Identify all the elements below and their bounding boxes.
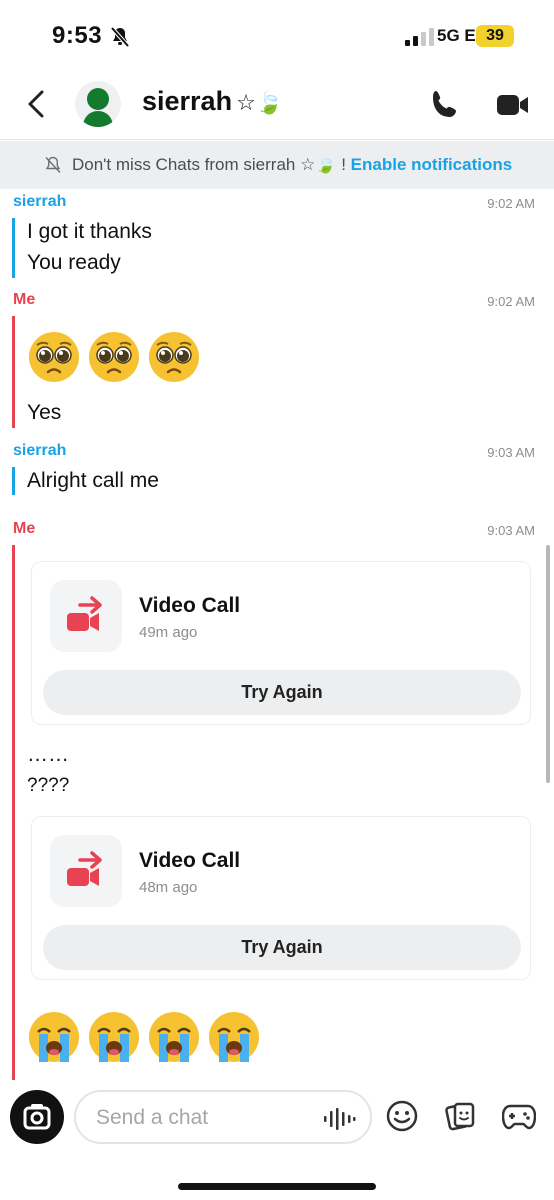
bell-muted-icon xyxy=(110,26,130,48)
sticker-icon[interactable] xyxy=(444,1100,476,1132)
call-icon-box xyxy=(50,580,122,652)
message-text: I got it thanks xyxy=(27,220,152,243)
chat-header: sierrah ☆🍃 xyxy=(0,70,554,140)
pleading-face-icon xyxy=(89,332,139,382)
call-title: Video Call xyxy=(139,849,241,872)
status-time: 9:53 xyxy=(52,22,103,49)
composer-bar xyxy=(0,1080,554,1200)
message-time: 9:02 AM xyxy=(487,196,535,211)
back-chevron-icon[interactable] xyxy=(24,88,48,120)
sender-label: sierrah xyxy=(13,193,67,210)
video-call-card[interactable]: Video Call 48m ago Try Again xyxy=(31,816,531,980)
smiley-icon[interactable] xyxy=(386,1100,418,1132)
game-controller-icon[interactable] xyxy=(502,1102,536,1130)
call-time-ago: 48m ago xyxy=(139,879,198,896)
loudly-crying-face-icon xyxy=(149,1012,199,1062)
message-time: 9:02 AM xyxy=(487,294,535,309)
message-text: Yes xyxy=(27,401,62,424)
enable-notifications-link[interactable]: Enable notifications xyxy=(351,155,513,174)
pleading-face-icon xyxy=(29,332,79,382)
try-again-button[interactable]: Try Again xyxy=(43,925,521,970)
video-call-icon[interactable] xyxy=(496,90,530,120)
name-decoration: ☆🍃 xyxy=(236,90,284,115)
contact-name-text: sierrah xyxy=(142,86,233,116)
sender-label: sierrah xyxy=(13,442,67,459)
call-time-ago: 49m ago xyxy=(139,624,198,641)
home-indicator[interactable] xyxy=(178,1183,376,1190)
avatar[interactable] xyxy=(75,81,121,127)
message-text: ???? xyxy=(27,775,70,796)
emoji-message xyxy=(27,330,201,384)
message-bar xyxy=(12,316,15,428)
phone-call-icon[interactable] xyxy=(428,88,462,122)
message-time: 9:03 AM xyxy=(487,523,535,538)
message-bar xyxy=(12,545,15,1080)
message-text: Alright call me xyxy=(27,469,159,492)
missed-video-call-icon xyxy=(67,596,102,631)
voice-waveform-icon[interactable] xyxy=(324,1108,356,1130)
try-again-button[interactable]: Try Again xyxy=(43,670,521,715)
call-title: Video Call xyxy=(139,594,241,617)
message-text: …… xyxy=(27,743,69,766)
message-text: You ready xyxy=(27,251,121,274)
scrollbar[interactable] xyxy=(546,545,550,783)
video-call-card[interactable]: Video Call 49m ago Try Again xyxy=(31,561,531,725)
chat-input[interactable] xyxy=(96,1104,316,1132)
chat-input-container[interactable] xyxy=(74,1090,372,1144)
missed-video-call-icon xyxy=(67,851,102,886)
camera-button[interactable] xyxy=(10,1090,64,1144)
call-icon-box xyxy=(50,835,122,907)
sender-label: Me xyxy=(13,291,36,308)
message-bar xyxy=(12,467,15,495)
emoji-message xyxy=(27,1010,261,1064)
signal-icon xyxy=(405,28,434,46)
message-bar xyxy=(12,218,15,278)
contact-name[interactable]: sierrah ☆🍃 xyxy=(142,86,283,117)
sender-label: Me xyxy=(13,520,36,537)
person-silhouette-icon xyxy=(83,88,113,127)
camera-icon xyxy=(23,1104,51,1130)
notification-banner: Don't miss Chats from sierrah ☆🍃 ! Enabl… xyxy=(0,141,554,189)
status-bar: 9:53 5G E 39 xyxy=(0,0,554,70)
bell-muted-icon xyxy=(45,156,61,173)
battery-indicator: 39 xyxy=(476,25,514,47)
pleading-face-icon xyxy=(149,332,199,382)
message-time: 9:03 AM xyxy=(487,445,535,460)
loudly-crying-face-icon xyxy=(29,1012,79,1062)
notification-text: Don't miss Chats from sierrah ☆🍃 ! xyxy=(72,155,346,174)
network-label: 5G E xyxy=(437,26,476,45)
loudly-crying-face-icon xyxy=(89,1012,139,1062)
loudly-crying-face-icon xyxy=(209,1012,259,1062)
